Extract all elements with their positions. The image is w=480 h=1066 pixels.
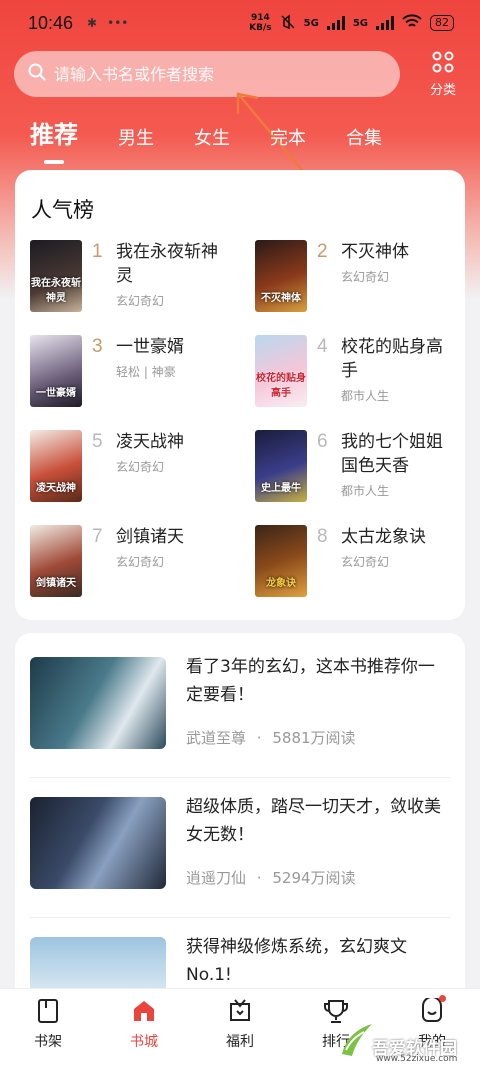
book-cover: 史上最牛 — [255, 430, 307, 502]
ranking-item[interactable]: 不灭神体 2 不灭神体 玄幻奇幻 — [255, 240, 470, 320]
category-label: 分类 — [429, 82, 456, 98]
feed-divider — [30, 777, 450, 778]
signal-2-icon — [376, 16, 394, 30]
category-button[interactable]: 分类 — [420, 51, 466, 98]
book-cover: 校花的贴身高手 — [255, 335, 307, 407]
grid-icon — [432, 51, 454, 77]
notification-dot — [439, 995, 446, 1002]
book-genre: 玄幻奇幻 — [116, 460, 165, 474]
battery-indicator: 82 — [430, 15, 454, 31]
feed-item[interactable]: 获得神级修炼系统，玄幻爽文No.1! — [30, 927, 450, 993]
signal-2-label: 5G — [352, 17, 368, 29]
book-cover: 凌天战神 — [30, 430, 82, 502]
book-title: 一世豪婿 — [116, 337, 184, 357]
feed-title: 看了3年的玄幻，这本书推荐你一定要看！ — [186, 657, 435, 705]
feed-image — [30, 797, 166, 889]
feed-meta: 逍遥刀仙 · 5294万阅读 — [186, 869, 356, 887]
ranking-item[interactable]: 一世豪婿 3 一世豪婿 轻松 | 神豪 — [30, 335, 245, 415]
search-bar[interactable] — [14, 51, 400, 97]
nav-welfare[interactable]: 福利 — [192, 989, 288, 1066]
nav-label: 书架 — [34, 1034, 62, 1050]
feed-image — [30, 937, 166, 993]
tab-completed[interactable]: 完本 — [270, 124, 306, 156]
book-genre: 玄幻奇幻 — [341, 555, 390, 569]
feed-title: 超级体质，踏尽一切天才，敛收美女无数！ — [186, 797, 441, 845]
book-cover: 不灭神体 — [255, 240, 307, 312]
tab-recommend[interactable]: 推荐 — [30, 115, 78, 156]
book-genre: 轻松 | 神豪 — [116, 365, 176, 379]
feed-title: 获得神级修炼系统，玄幻爽文No.1! — [186, 937, 407, 985]
book-genre: 都市人生 — [341, 484, 390, 498]
net-speed: 914 KB/s — [249, 13, 272, 33]
book-genre: 玄幻奇幻 — [116, 555, 165, 569]
book-genre: 玄幻奇幻 — [116, 294, 165, 308]
channel-tabs: 推荐 男生 女生 完本 合集 — [30, 112, 422, 156]
feed-divider — [30, 917, 450, 918]
ranking-item[interactable]: 史上最牛 6 我的七个姐姐国色天香 都市人生 — [255, 430, 470, 510]
book-title: 我的七个姐姐国色天香 — [341, 432, 443, 476]
book-title: 不灭神体 — [341, 242, 409, 262]
nav-bookstore[interactable]: 书城 — [96, 989, 192, 1066]
mute-icon — [280, 13, 296, 33]
nav-label: 书城 — [130, 1034, 158, 1050]
store-icon — [130, 997, 158, 1025]
book-genre: 都市人生 — [341, 389, 390, 403]
ranking-item[interactable]: 凌天战神 5 凌天战神 玄幻奇幻 — [30, 430, 245, 510]
book-icon — [34, 997, 62, 1025]
ranking-item[interactable]: 我在永夜斩神灵 1 我在永夜斩神灵 玄幻奇幻 — [30, 240, 245, 320]
feed-item[interactable]: 超级体质，踏尽一切天才，敛收美女无数！ 逍遥刀仙 · 5294万阅读 — [30, 787, 450, 907]
wifi-icon — [402, 13, 422, 33]
feed-meta: 武道至尊 · 5881万阅读 — [186, 729, 356, 747]
more-notifications-icon: ••• — [107, 16, 129, 30]
tab-collection[interactable]: 合集 — [346, 124, 382, 156]
nav-bookshelf[interactable]: 书架 — [0, 989, 96, 1066]
book-cover: 我在永夜斩神灵 — [30, 240, 82, 312]
ranking-item[interactable]: 校花的贴身高手 4 校花的贴身高手 都市人生 — [255, 335, 470, 415]
feed-item[interactable]: 看了3年的玄幻，这本书推荐你一定要看！ 武道至尊 · 5881万阅读 — [30, 647, 450, 767]
book-title: 凌天战神 — [116, 432, 184, 452]
popularity-ranking-card: 人气榜 我在永夜斩神灵 1 我在永夜斩神灵 玄幻奇幻 不灭神体 2 不灭神体 玄幻奇… — [15, 170, 465, 620]
book-title: 我在永夜斩神灵 — [116, 242, 218, 286]
book-cover: 一世豪婿 — [30, 335, 82, 407]
tab-female[interactable]: 女生 — [194, 124, 230, 156]
recommend-feed: 看了3年的玄幻，这本书推荐你一定要看！ 武道至尊 · 5881万阅读 超级体质，… — [15, 633, 465, 993]
book-cover: 龙象诀 — [255, 525, 307, 597]
signal-1-label: 5G — [303, 17, 319, 29]
watermark-logo-icon — [342, 1024, 372, 1056]
site-watermark: 吾爱软件园 www.52zixue.com — [336, 1014, 476, 1064]
signal-1-icon — [326, 16, 345, 30]
ranking-item[interactable]: 龙象诀 8 太古龙象诀 玄幻奇幻 — [255, 525, 470, 605]
status-bar: 10:46 ✱ ••• 914 KB/s 5G 5G 82 — [0, 0, 480, 46]
book-title: 校花的贴身高手 — [341, 337, 443, 381]
book-genre: 玄幻奇幻 — [341, 270, 390, 284]
nav-label: 福利 — [226, 1034, 254, 1050]
gift-icon — [226, 997, 254, 1025]
book-title: 太古龙象诀 — [341, 527, 426, 547]
status-time: 10:46 — [28, 12, 74, 33]
feed-image — [30, 657, 166, 749]
search-icon — [28, 63, 46, 85]
book-title: 剑镇诸天 — [116, 527, 184, 547]
ranking-item[interactable]: 剑镇诸天 7 剑镇诸天 玄幻奇幻 — [30, 525, 245, 605]
search-input[interactable] — [54, 64, 374, 84]
notification-icon: ✱ — [87, 16, 98, 30]
book-cover: 剑镇诸天 — [30, 525, 82, 597]
tab-male[interactable]: 男生 — [118, 124, 154, 156]
ranking-title: 人气榜 — [31, 198, 94, 222]
